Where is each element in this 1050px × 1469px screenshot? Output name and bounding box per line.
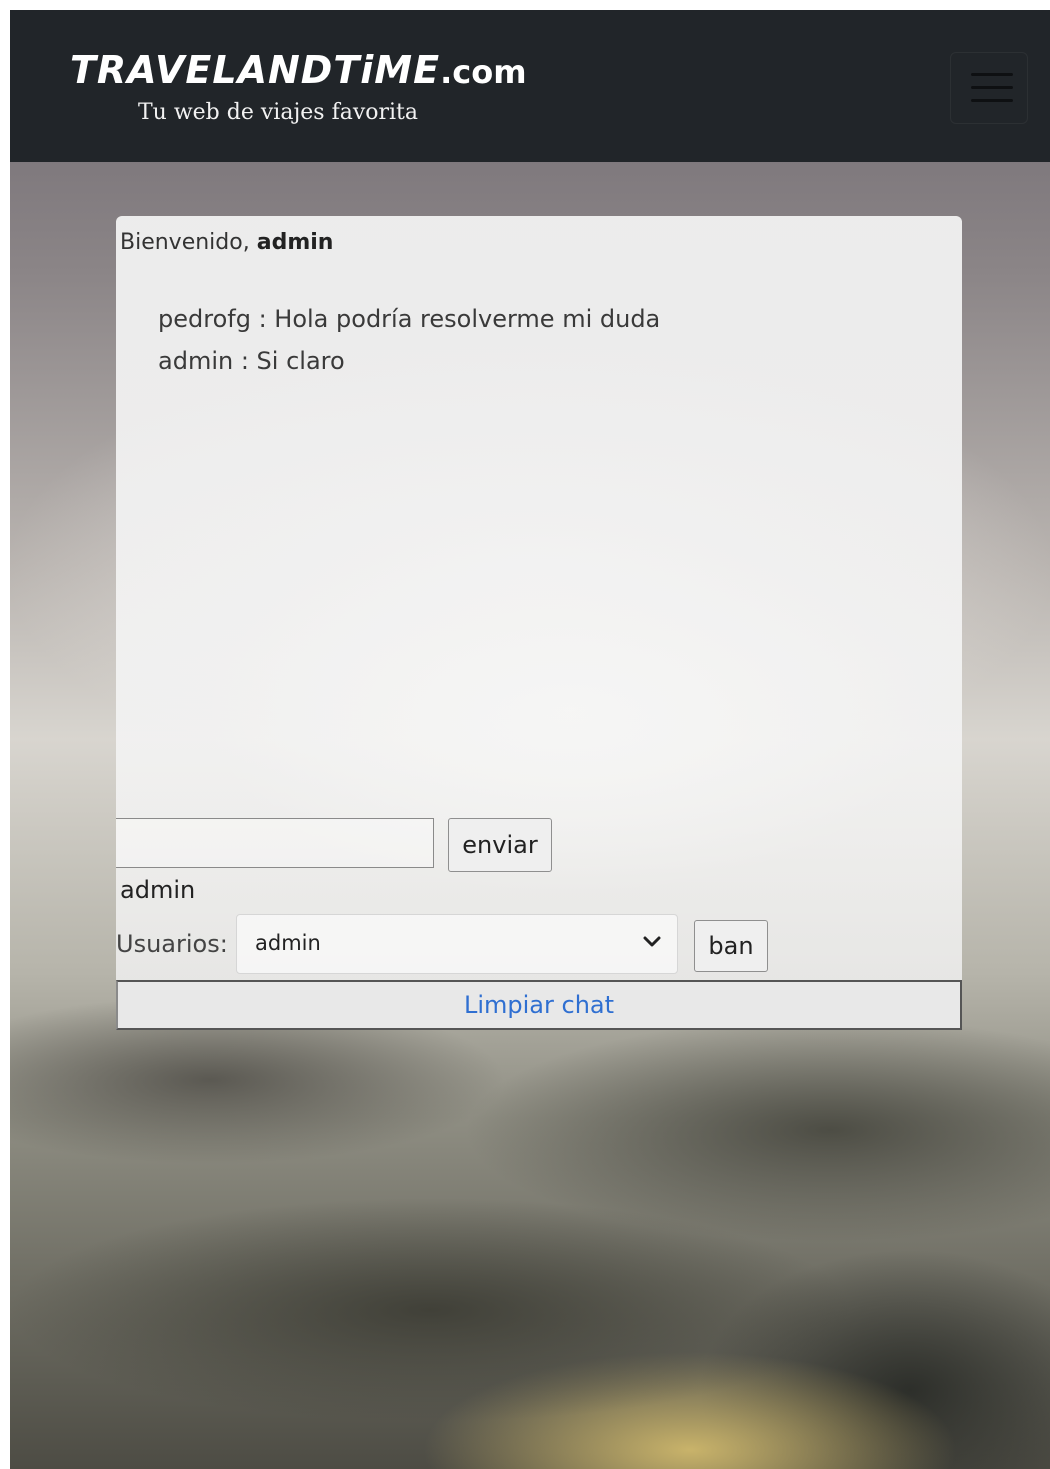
menu-toggle-button[interactable] <box>950 52 1028 124</box>
clear-chat-button[interactable]: Limpiar chat <box>116 980 962 1030</box>
welcome-prefix: Bienvenido, <box>120 230 250 255</box>
page-viewport: TRAVELANDTiME.com Tu web de viajes favor… <box>10 10 1050 1469</box>
brand-tagline: Tu web de viajes favorita <box>138 100 419 125</box>
chat-messages: pedrofg : Hola podría resolverme mi duda… <box>158 298 660 382</box>
chat-message: admin : Si claro <box>158 347 345 375</box>
users-select[interactable]: admin <box>236 914 678 974</box>
message-input[interactable] <box>116 818 434 868</box>
brand-logo[interactable]: TRAVELANDTiME.com <box>70 48 527 92</box>
chat-message: pedrofg : Hola podría resolverme mi duda <box>158 305 661 333</box>
chat-panel: Bienvenido, admin pedrofg : Hola podría … <box>116 216 962 1030</box>
current-user-label: admin <box>120 876 196 904</box>
hamburger-icon-bar-3 <box>971 99 1013 102</box>
brand-suffix: .com <box>440 53 527 91</box>
navbar: TRAVELANDTiME.com Tu web de viajes favor… <box>10 10 1050 162</box>
chevron-down-icon <box>643 936 661 947</box>
welcome-message: Bienvenido, admin <box>120 230 333 255</box>
users-label: Usuarios: <box>116 930 228 958</box>
welcome-username: admin <box>256 230 334 255</box>
hamburger-icon-bar-1 <box>971 73 1013 76</box>
send-button[interactable]: enviar <box>448 818 552 872</box>
hamburger-icon-bar-2 <box>971 86 1013 89</box>
brand-name: TRAVELANDTiME <box>70 48 441 92</box>
ban-button[interactable]: ban <box>694 920 768 972</box>
users-select-value: admin <box>255 931 321 955</box>
